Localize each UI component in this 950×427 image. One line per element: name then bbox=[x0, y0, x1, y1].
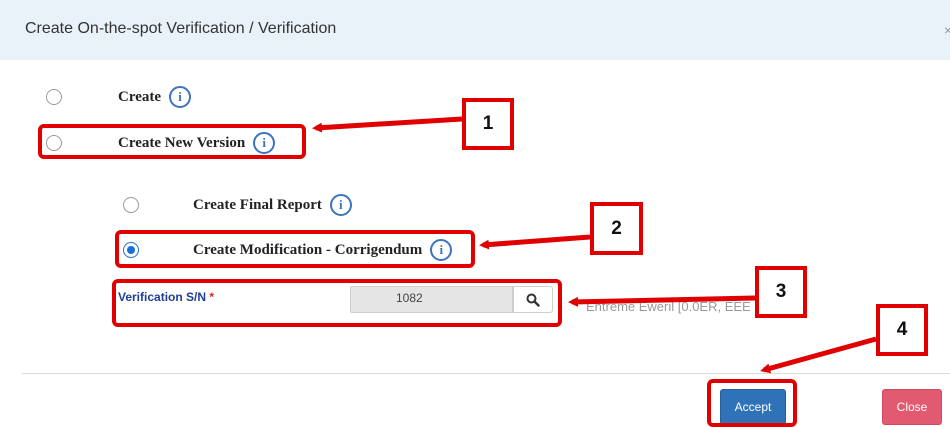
arrow-3 bbox=[568, 295, 756, 307]
arrow-4 bbox=[760, 336, 877, 374]
arrow-1 bbox=[312, 116, 463, 133]
arrow-2 bbox=[479, 234, 591, 250]
callout-3: 3 bbox=[755, 266, 807, 318]
annotation-arrows bbox=[312, 116, 877, 374]
callout-4: 4 bbox=[876, 304, 928, 356]
callout-1: 1 bbox=[462, 98, 514, 150]
callout-2: 2 bbox=[590, 202, 643, 255]
